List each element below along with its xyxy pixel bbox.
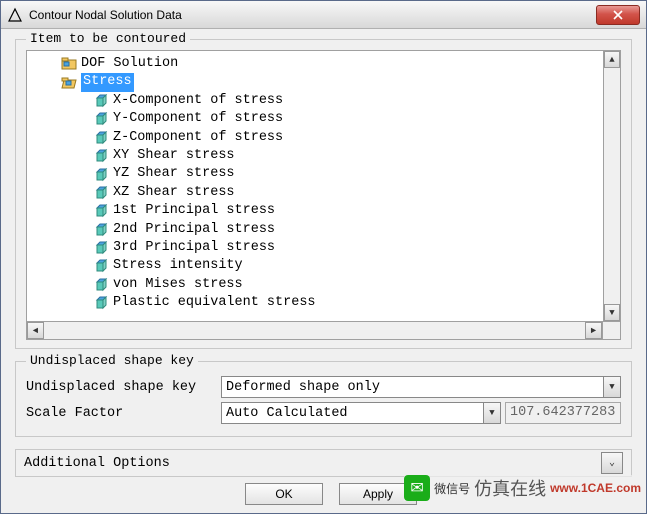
tree-item-x-stress[interactable]: X-Component of stress xyxy=(29,92,601,110)
tree-label: 2nd Principal stress xyxy=(113,221,275,239)
groupbox-item-contoured: Item to be contoured DOF Solution Stress xyxy=(15,39,632,349)
cube-icon xyxy=(93,149,109,163)
tree-node-dof[interactable]: DOF Solution xyxy=(29,55,601,73)
dialog-window: Contour Nodal Solution Data Item to be c… xyxy=(0,0,647,514)
groupbox-title: Undisplaced shape key xyxy=(26,353,198,368)
folder-open-icon xyxy=(61,76,77,90)
cube-icon xyxy=(93,186,109,200)
select-value: Deformed shape only xyxy=(226,380,380,395)
watermark: ✉ 微信号 仿真在线 www.1CAE.com xyxy=(404,475,641,501)
scroll-corner xyxy=(603,322,621,340)
scale-factor-readonly: 107.642377283 xyxy=(505,402,621,424)
scroll-right-button[interactable]: ► xyxy=(585,322,602,339)
chevron-down-icon: ▼ xyxy=(603,377,620,397)
cube-icon xyxy=(93,241,109,255)
watermark-brand: 仿真在线 xyxy=(474,475,546,501)
watermark-url: www.1CAE.com xyxy=(550,481,641,495)
close-button[interactable] xyxy=(596,5,640,25)
chevron-down-icon: ▼ xyxy=(483,403,500,423)
scroll-left-button[interactable]: ◄ xyxy=(27,322,44,339)
tree-item-von-mises[interactable]: von Mises stress xyxy=(29,276,601,294)
cube-icon xyxy=(93,131,109,145)
tree-label: 3rd Principal stress xyxy=(113,239,275,257)
solution-tree[interactable]: DOF Solution Stress X-Component of stres… xyxy=(26,50,603,322)
chevron-down-icon: ⌄ xyxy=(609,457,615,469)
select-scale-factor[interactable]: Auto Calculated ▼ xyxy=(221,402,501,424)
tree-label: Y-Component of stress xyxy=(113,110,283,128)
tree-label: Plastic equivalent stress xyxy=(113,294,316,312)
scroll-track[interactable] xyxy=(604,68,620,304)
select-value: Auto Calculated xyxy=(226,406,348,421)
expand-button[interactable]: ⌄ xyxy=(601,452,623,474)
tree-area: DOF Solution Stress X-Component of stres… xyxy=(26,50,621,322)
window-title: Contour Nodal Solution Data xyxy=(29,8,596,22)
tree-item-xz-shear[interactable]: XZ Shear stress xyxy=(29,184,601,202)
tree-label: von Mises stress xyxy=(113,276,243,294)
titlebar[interactable]: Contour Nodal Solution Data xyxy=(1,1,646,29)
tree-label: X-Component of stress xyxy=(113,92,283,110)
scroll-track-h[interactable] xyxy=(44,322,585,339)
watermark-wx: 微信号 xyxy=(434,480,470,497)
additional-options-bar[interactable]: Additional Options ⌄ xyxy=(15,449,632,477)
tree-label: DOF Solution xyxy=(81,55,178,73)
groupbox-undisplaced: Undisplaced shape key Undisplaced shape … xyxy=(15,361,632,437)
cube-icon xyxy=(93,112,109,126)
scroll-down-button[interactable]: ▼ xyxy=(604,304,620,321)
label-undisplaced-key: Undisplaced shape key xyxy=(26,380,221,395)
tree-label: YZ Shear stress xyxy=(113,165,235,183)
tree-item-yz-shear[interactable]: YZ Shear stress xyxy=(29,165,601,183)
tree-label: XY Shear stress xyxy=(113,147,235,165)
select-undisplaced-key[interactable]: Deformed shape only ▼ xyxy=(221,376,621,398)
cube-icon xyxy=(93,168,109,182)
tree-node-stress[interactable]: Stress xyxy=(29,73,601,91)
folder-icon xyxy=(61,57,77,71)
tree-label: XZ Shear stress xyxy=(113,184,235,202)
wechat-icon: ✉ xyxy=(404,475,430,501)
cube-icon xyxy=(93,204,109,218)
row-scale-factor: Scale Factor Auto Calculated ▼ 107.64237… xyxy=(26,402,621,424)
tree-label-selected: Stress xyxy=(81,73,134,91)
horizontal-scrollbar[interactable]: ◄ ► xyxy=(26,322,603,340)
tree-item-stress-intensity[interactable]: Stress intensity xyxy=(29,257,601,275)
tree-item-plastic-equiv[interactable]: Plastic equivalent stress xyxy=(29,294,601,312)
cube-icon xyxy=(93,94,109,108)
cube-icon xyxy=(93,223,109,237)
tree-label: 1st Principal stress xyxy=(113,202,275,220)
hscroll-area: ◄ ► xyxy=(26,322,621,340)
tree-label: Z-Component of stress xyxy=(113,129,283,147)
cube-icon xyxy=(93,296,109,310)
ok-button[interactable]: OK xyxy=(245,483,323,505)
tree-item-1st-principal[interactable]: 1st Principal stress xyxy=(29,202,601,220)
app-icon xyxy=(7,7,23,23)
cube-icon xyxy=(93,259,109,273)
groupbox-title: Item to be contoured xyxy=(26,31,190,46)
additional-options-label: Additional Options xyxy=(24,456,170,471)
tree-item-xy-shear[interactable]: XY Shear stress xyxy=(29,147,601,165)
tree-item-2nd-principal[interactable]: 2nd Principal stress xyxy=(29,221,601,239)
tree-item-z-stress[interactable]: Z-Component of stress xyxy=(29,129,601,147)
cube-icon xyxy=(93,278,109,292)
tree-label: Stress intensity xyxy=(113,257,243,275)
scroll-up-button[interactable]: ▲ xyxy=(604,51,620,68)
row-undisplaced-key: Undisplaced shape key Deformed shape onl… xyxy=(26,376,621,398)
tree-item-3rd-principal[interactable]: 3rd Principal stress xyxy=(29,239,601,257)
label-scale-factor: Scale Factor xyxy=(26,406,221,421)
dialog-content: Item to be contoured DOF Solution Stress xyxy=(1,29,646,513)
tree-item-y-stress[interactable]: Y-Component of stress xyxy=(29,110,601,128)
vertical-scrollbar[interactable]: ▲ ▼ xyxy=(603,50,621,322)
close-icon xyxy=(613,10,623,20)
